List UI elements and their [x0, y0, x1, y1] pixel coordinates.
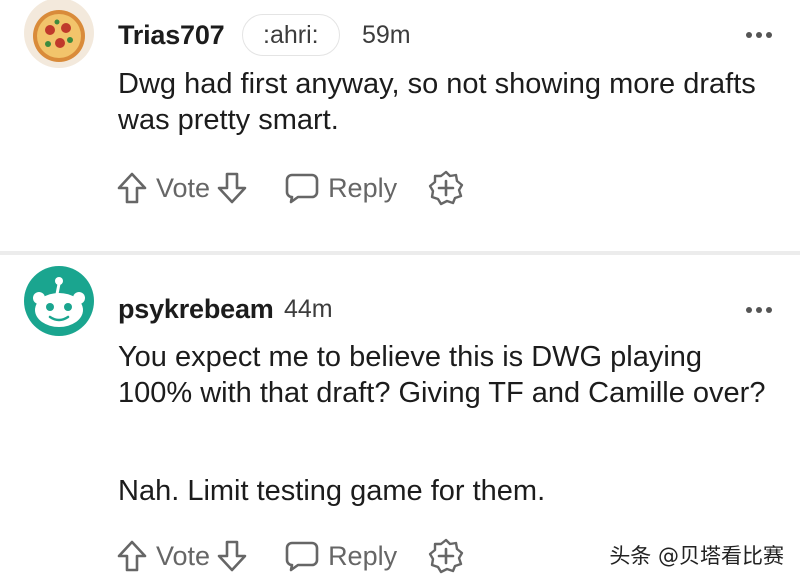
downvote-button[interactable]: [216, 171, 248, 205]
comment: Trias707 :ahri: 59m Dwg had first anyway…: [0, 0, 800, 253]
upvote-arrow-icon: [117, 172, 147, 204]
award-button[interactable]: [427, 169, 465, 207]
upvote-button[interactable]: [116, 171, 148, 205]
username[interactable]: psykrebeam: [118, 294, 274, 325]
comment-actions: Vote Reply: [116, 536, 465, 576]
comment-actions: Vote Reply: [116, 168, 465, 208]
reply-button[interactable]: Reply: [284, 171, 397, 205]
timestamp: 59m: [362, 21, 411, 49]
comment-text: You expect me to believe this is DWG pla…: [118, 341, 766, 409]
snoo-avatar-icon[interactable]: [24, 266, 94, 336]
username[interactable]: Trias707: [118, 20, 225, 51]
upvote-button[interactable]: [116, 539, 148, 573]
watermark: 头条 @贝塔看比赛: [609, 544, 784, 568]
comment: psykrebeam 44m You expect me to believe …: [0, 255, 800, 583]
downvote-arrow-icon: [217, 172, 247, 204]
comment-text: Dwg had first anyway, so not showing mor…: [118, 68, 756, 136]
award-plus-icon: [428, 170, 464, 206]
vote-label: Vote: [156, 172, 211, 203]
user-flair: :ahri:: [242, 14, 340, 56]
award-plus-icon: [428, 538, 464, 574]
chat-bubble-icon: [285, 541, 319, 572]
award-button[interactable]: [427, 537, 465, 575]
reply-button[interactable]: Reply: [284, 539, 397, 573]
chat-bubble-icon: [285, 173, 319, 204]
more-options-icon[interactable]: [746, 32, 772, 38]
reply-label: Reply: [328, 540, 398, 571]
more-options-icon[interactable]: [746, 307, 772, 313]
upvote-arrow-icon: [117, 540, 147, 572]
timestamp: 44m: [284, 295, 333, 323]
downvote-arrow-icon: [217, 540, 247, 572]
pizza-avatar-icon[interactable]: [24, 0, 94, 68]
reply-label: Reply: [328, 172, 398, 203]
comment-text: Nah. Limit testing game for them.: [118, 475, 546, 507]
vote-label: Vote: [156, 540, 211, 571]
downvote-button[interactable]: [216, 539, 248, 573]
